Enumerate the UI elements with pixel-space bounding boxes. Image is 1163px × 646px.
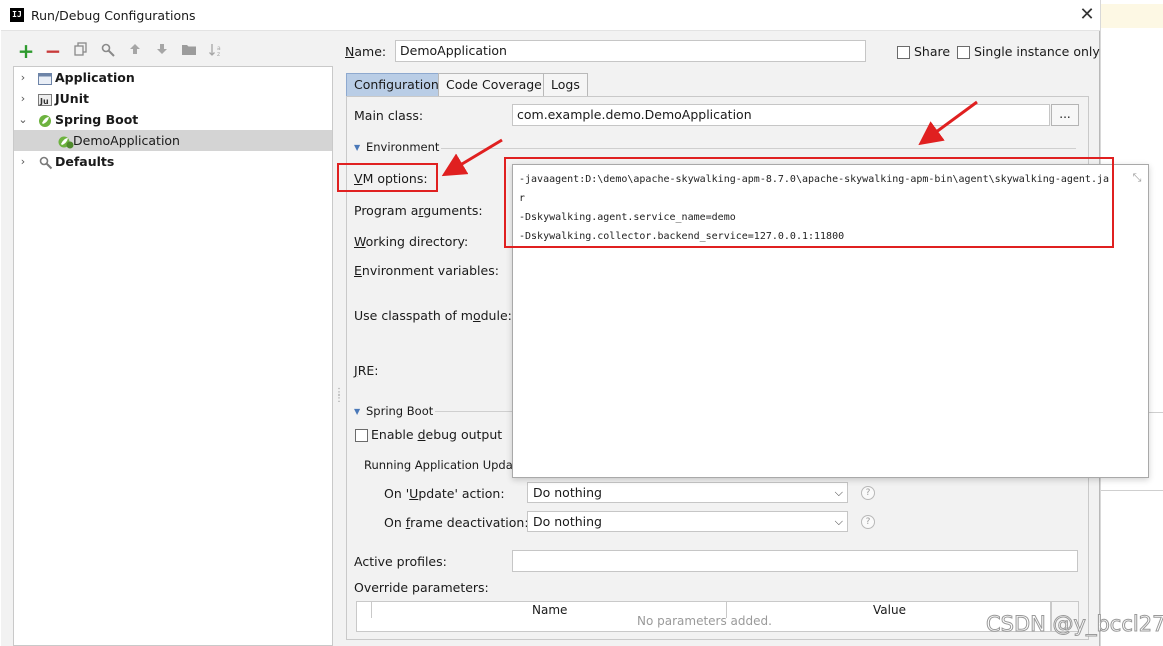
annotation-arrows — [441, 100, 978, 177]
annotation-arrow — [918, 100, 978, 146]
annotation-arrow — [441, 138, 503, 177]
watermark: CSDN @y_bccl27 — [985, 612, 1163, 637]
